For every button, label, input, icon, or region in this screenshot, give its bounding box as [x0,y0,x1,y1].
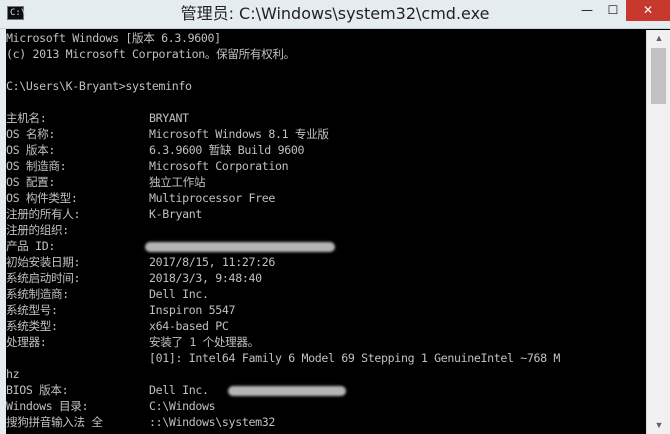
info-row: Windows 目录: C:\Windows [6,398,646,414]
minimize-icon: — [581,3,593,17]
info-value: Microsoft Corporation [149,159,289,173]
info-row: 初始安装日期: 2017/8/15, 11:27:26 [6,254,646,270]
info-row: [01]: Intel64 Family 6 Model 69 Stepping… [6,350,646,366]
info-row: 系统类型: x64-based PC [6,318,646,334]
info-row: OS 构件类型: Multiprocessor Free [6,190,646,206]
info-row: 系统启动时间: 2018/3/3, 9:48:40 [6,270,646,286]
info-row: 搜狗拼音输入法 全::\Windows\system32 [6,414,646,430]
console-command-line: C:\Users\K-Bryant>systeminfo [6,79,192,93]
info-label: OS 版本: [6,143,56,157]
info-value: Inspiron 5547 [149,303,236,317]
info-label: 处理器: [6,335,47,349]
info-value: Dell Inc. [149,383,209,397]
info-value: 2018/3/3, 9:48:40 [149,271,262,285]
info-value: ::\Windows\system32 [149,415,275,429]
info-label: 初始安装日期: [6,255,81,269]
info-value: 6.3.9600 暂缺 Build 9600 [149,143,305,157]
scroll-up-arrow-icon[interactable]: ▲ [647,30,670,47]
info-label: 系统类型: [6,319,58,333]
console-header-line: (c) 2013 Microsoft Corporation。保留所有权利。 [6,47,295,61]
info-value: 独立工作站 [149,175,206,189]
console-output[interactable]: Microsoft Windows [版本 6.3.9600] (c) 2013… [6,30,646,434]
info-label: 注册的组织: [6,223,69,237]
info-row: 处理器: 安装了 1 个处理器。 [6,334,646,350]
window-title: 管理员: C:\Windows\system32\cmd.exe [180,4,490,23]
info-row: 产品 ID: [6,238,646,254]
info-label: 产品 ID: [6,239,56,253]
info-row: 主机名: BRYANT [6,110,646,126]
info-label: BIOS 版本: [6,383,69,397]
info-label: hz [6,367,20,381]
info-row: OS 配置: 独立工作站 [6,174,646,190]
info-row: 注册的所有人: K-Bryant [6,206,646,222]
info-label: 注册的所有人: [6,207,81,221]
info-label: OS 配置: [6,175,56,189]
maximize-button[interactable]: ☐ [600,0,626,21]
vertical-scrollbar[interactable]: ▲ ▼ [646,30,670,434]
info-value: [01]: Intel64 Family 6 Model 69 Stepping… [149,351,561,365]
close-icon: ✕ [642,3,654,17]
info-value: Dell Inc. [149,287,209,301]
minimize-button[interactable]: — [574,0,600,21]
info-row: hz [6,366,646,382]
scroll-thumb[interactable] [651,48,666,104]
info-label: OS 名称: [6,127,56,141]
info-row: OS 版本: 6.3.9600 暂缺 Build 9600 [6,142,646,158]
info-label: 系统制造商: [6,287,69,301]
info-row: 系统型号: Inspiron 5547 [6,302,646,318]
info-value: Microsoft Windows 8.1 专业版 [149,127,329,141]
ime-status-label: 搜狗拼音输入法 全 [6,415,103,429]
maximize-icon: ☐ [607,3,619,17]
info-label: OS 构件类型: [6,191,78,205]
info-label: 主机名: [6,111,47,125]
title-bar[interactable]: C:\ 管理员: C:\Windows\system32\cmd.exe — ☐… [0,0,670,29]
info-row: BIOS 版本: Dell Inc. [6,382,646,398]
info-value: K-Bryant [149,207,203,221]
info-value: Multiprocessor Free [149,191,275,205]
info-label: 系统启动时间: [6,271,81,285]
info-value: BRYANT [149,111,189,125]
info-row: 系统制造商: Dell Inc. [6,286,646,302]
redacted-bios-version [228,386,346,396]
console-header-line: Microsoft Windows [版本 6.3.9600] [6,31,221,45]
info-value: 2017/8/15, 11:27:26 [149,255,275,269]
info-label: Windows 目录: [6,399,89,413]
redacted-product-id [145,242,335,252]
info-value: C:\Windows [149,399,216,413]
info-row: OS 制造商: Microsoft Corporation [6,158,646,174]
info-label: OS 制造商: [6,159,67,173]
info-label: 系统型号: [6,303,58,317]
close-button[interactable]: ✕ [626,0,670,21]
info-row: OS 名称: Microsoft Windows 8.1 专业版 [6,126,646,142]
scroll-down-arrow-icon[interactable]: ▼ [647,417,670,434]
info-value: 安装了 1 个处理器。 [149,335,259,349]
info-value: x64-based PC [149,319,229,333]
info-row: 注册的组织: [6,222,646,238]
